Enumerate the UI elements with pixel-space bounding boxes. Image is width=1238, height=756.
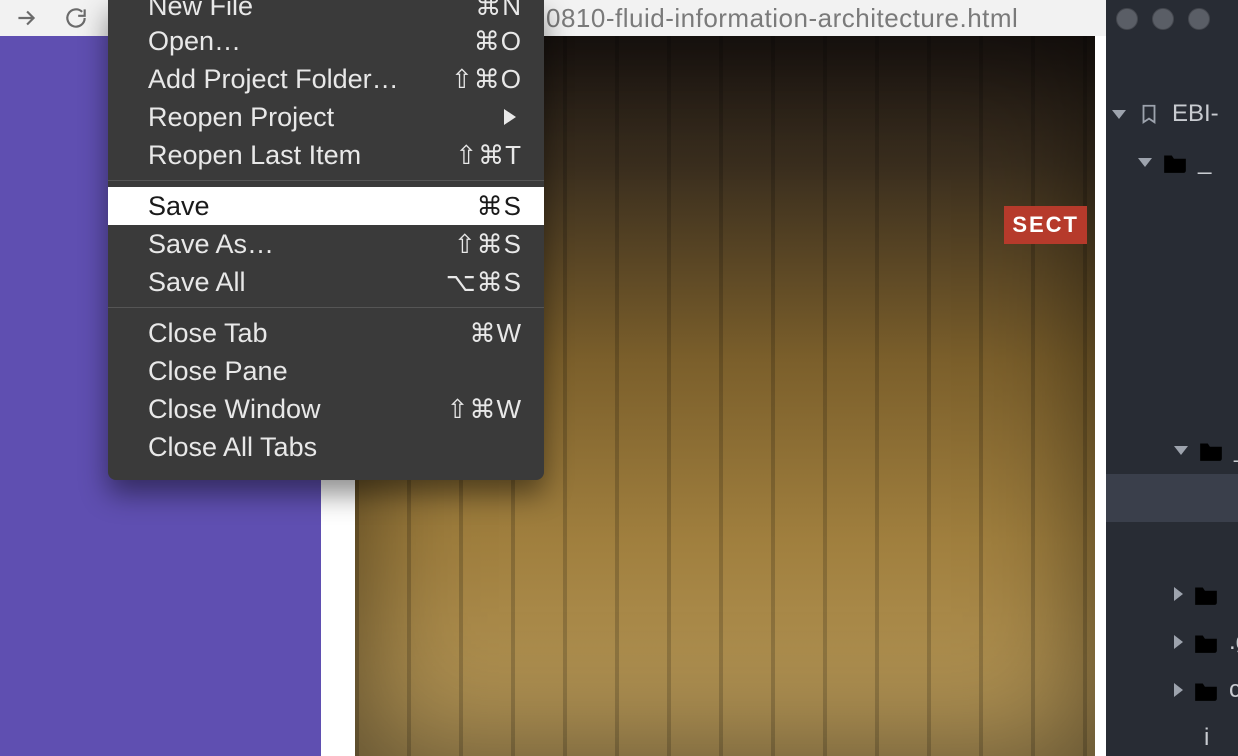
tree-row[interactable]: c — [1106, 666, 1238, 714]
menu-item-label: New File — [148, 0, 253, 22]
menu-item-label: Save — [148, 191, 210, 222]
file-icon — [1204, 487, 1230, 509]
tree-item-label: .g — [1229, 628, 1238, 656]
project-tree: EBI- _ _ .g ci — [1106, 90, 1238, 756]
folder-icon — [1193, 583, 1219, 605]
tree-item-label: c — [1229, 676, 1238, 704]
chevron-down-icon[interactable] — [1112, 110, 1126, 119]
zoom-window-dot[interactable] — [1188, 8, 1210, 30]
tree-row[interactable] — [1106, 330, 1238, 378]
menu-item-save-all[interactable]: Save All ⌥⌘S — [108, 263, 544, 301]
submenu-arrow-icon — [504, 109, 516, 125]
close-window-dot[interactable] — [1116, 8, 1138, 30]
minimize-window-dot[interactable] — [1152, 8, 1174, 30]
tree-root[interactable]: EBI- — [1106, 90, 1238, 138]
menu-item-shortcut: ⌥⌘S — [446, 267, 522, 298]
menu-item-close-window[interactable]: Close Window ⇧⌘W — [108, 390, 544, 428]
chevron-down-icon[interactable] — [1138, 158, 1152, 167]
tree-row[interactable]: _ — [1106, 426, 1238, 474]
window-controls[interactable] — [1116, 8, 1210, 30]
menu-item-shortcut: ⌘N — [475, 0, 522, 22]
menu-item-save[interactable]: Save ⌘S — [108, 187, 544, 225]
menu-item-shortcut: ⇧⌘W — [447, 394, 522, 425]
tree-row[interactable] — [1106, 474, 1238, 522]
project-icon — [1136, 103, 1162, 125]
menu-item-label: Close All Tabs — [148, 432, 317, 463]
tree-item-label: _ — [1198, 148, 1211, 176]
forward-icon[interactable] — [10, 2, 42, 34]
editor-window: EBI- _ _ .g ci — [1106, 0, 1238, 756]
menu-item-label: Close Window — [148, 394, 321, 425]
tree-row[interactable] — [1106, 282, 1238, 330]
menu-item-shortcut: ⌘W — [469, 318, 522, 349]
menu-item-label: Save All — [148, 267, 246, 298]
file-icon — [1204, 535, 1230, 557]
menu-item-reopen-project[interactable]: Reopen Project — [108, 98, 544, 136]
menu-item-label: Add Project Folder… — [148, 64, 399, 95]
photo-sign: SECT — [1004, 206, 1087, 244]
menu-item-close-pane[interactable]: Close Pane — [108, 352, 544, 390]
menu-separator — [108, 180, 544, 181]
menu-item-shortcut: ⌘S — [477, 191, 522, 222]
chevron-right-icon[interactable] — [1174, 587, 1183, 601]
menu-item-close-all-tabs[interactable]: Close All Tabs — [108, 428, 544, 466]
file-icon — [1204, 391, 1230, 413]
menu-item-label: Reopen Last Item — [148, 140, 361, 171]
folder-icon — [1162, 151, 1188, 173]
tree-item-label: i — [1204, 724, 1209, 752]
menu-item-label: Open… — [148, 26, 241, 57]
file-icon — [1204, 295, 1230, 317]
tree-item-label: _ — [1234, 436, 1238, 464]
file-icon — [1204, 247, 1230, 269]
chevron-right-icon[interactable] — [1174, 683, 1183, 697]
menu-item-add-project-folder[interactable]: Add Project Folder… ⇧⌘O — [108, 60, 544, 98]
folder-icon — [1198, 439, 1224, 461]
menu-item-close-tab[interactable]: Close Tab ⌘W — [108, 314, 544, 352]
menu-item-reopen-last-item[interactable]: Reopen Last Item ⇧⌘T — [108, 136, 544, 174]
tree-row[interactable]: _ — [1106, 138, 1238, 186]
file-menu: New File ⌘N Open… ⌘O Add Project Folder…… — [108, 0, 544, 480]
menu-item-label: Save As… — [148, 229, 274, 260]
menu-item-shortcut: ⇧⌘O — [451, 64, 522, 95]
tree-row[interactable] — [1106, 570, 1238, 618]
menu-item-label: Close Tab — [148, 318, 268, 349]
menu-item-shortcut: ⌘O — [474, 26, 522, 57]
reload-icon[interactable] — [60, 2, 92, 34]
address-bar-fragment[interactable]: 0810-fluid-information-architecture.html — [546, 0, 1018, 36]
tree-row[interactable] — [1106, 522, 1238, 570]
menu-item-label: Reopen Project — [148, 102, 334, 133]
chevron-right-icon[interactable] — [1174, 635, 1183, 649]
tree-root-label: EBI- — [1172, 100, 1219, 128]
folder-icon — [1193, 679, 1219, 701]
file-icon — [1204, 343, 1230, 365]
tree-row[interactable] — [1106, 234, 1238, 282]
tree-row[interactable]: i — [1106, 714, 1238, 756]
menu-item-save-as[interactable]: Save As… ⇧⌘S — [108, 225, 544, 263]
menu-item-new-file[interactable]: New File ⌘N — [108, 0, 544, 22]
menu-item-shortcut: ⇧⌘T — [455, 140, 522, 171]
file-icon — [1204, 199, 1230, 221]
menu-item-open[interactable]: Open… ⌘O — [108, 22, 544, 60]
chevron-down-icon[interactable] — [1174, 446, 1188, 455]
tree-row[interactable] — [1106, 378, 1238, 426]
tree-row[interactable]: .g — [1106, 618, 1238, 666]
menu-separator — [108, 307, 544, 308]
folder-icon — [1193, 631, 1219, 653]
tree-row[interactable] — [1106, 186, 1238, 234]
menu-item-shortcut: ⇧⌘S — [454, 229, 522, 260]
menu-item-label: Close Pane — [148, 356, 288, 387]
